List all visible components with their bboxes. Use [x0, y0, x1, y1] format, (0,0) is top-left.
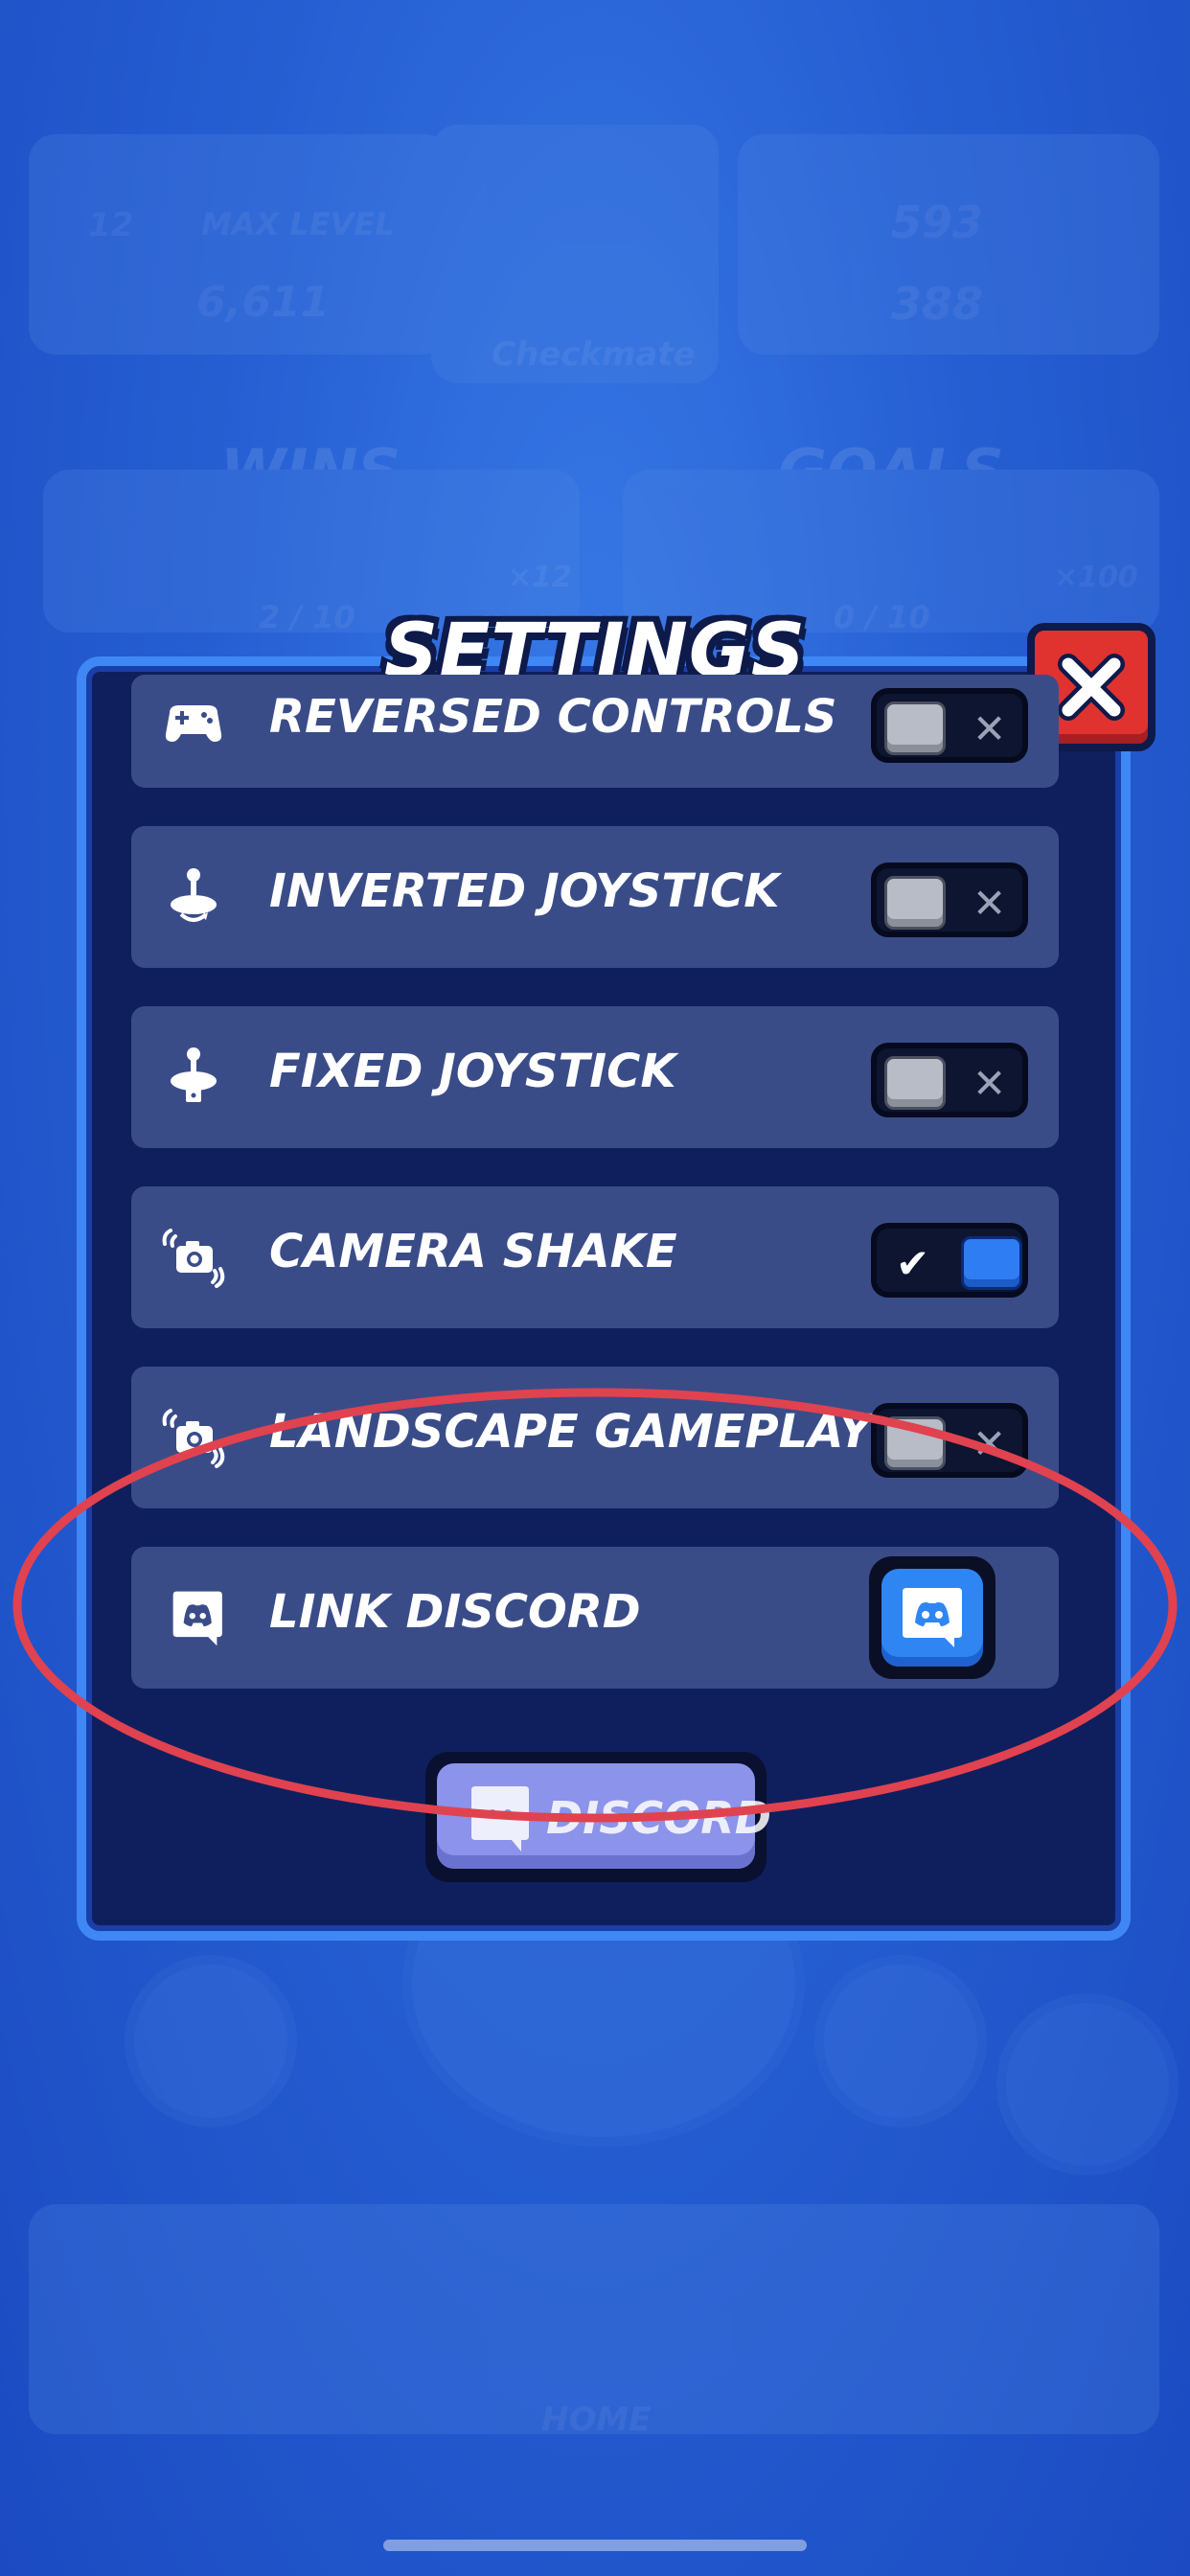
joystick-icon	[171, 868, 217, 922]
setting-label: REVERSED CONTROLS	[269, 690, 837, 744]
reversed-controls-toggle[interactable]: ✕	[871, 688, 1028, 763]
close-icon	[1058, 654, 1125, 721]
toggle-knob	[884, 876, 946, 930]
gamepad-icon	[165, 705, 222, 742]
toggle-off-mark: ✕	[973, 880, 1007, 927]
toggle-knob	[884, 1056, 946, 1110]
setting-row-fixed-joystick: FIXED JOYSTICK ✕	[131, 1006, 1059, 1148]
setting-label: INVERTED JOYSTICK	[269, 864, 780, 918]
toggle-off-mark: ✕	[973, 705, 1007, 752]
setting-row-camera-shake: CAMERA SHAKE ✔	[131, 1186, 1059, 1328]
home-indicator	[383, 2540, 807, 2551]
toggle-knob	[884, 702, 946, 755]
inverted-joystick-toggle[interactable]: ✕	[871, 862, 1028, 937]
toggle-off-mark: ✕	[973, 1060, 1007, 1107]
setting-label: FIXED JOYSTICK	[269, 1045, 676, 1098]
fixed-joystick-toggle[interactable]: ✕	[871, 1043, 1028, 1117]
camera-shake-toggle[interactable]: ✔	[871, 1223, 1028, 1298]
highlight-ellipse	[12, 1388, 1178, 1823]
setting-row-inverted-joystick: INVERTED JOYSTICK ✕	[131, 826, 1059, 968]
camera-shake-icon	[162, 1229, 225, 1288]
toggle-on-mark: ✔	[896, 1240, 930, 1287]
toggle-knob	[961, 1236, 1022, 1290]
joystick-lock-icon	[171, 1047, 217, 1102]
setting-label: CAMERA SHAKE	[269, 1225, 677, 1278]
